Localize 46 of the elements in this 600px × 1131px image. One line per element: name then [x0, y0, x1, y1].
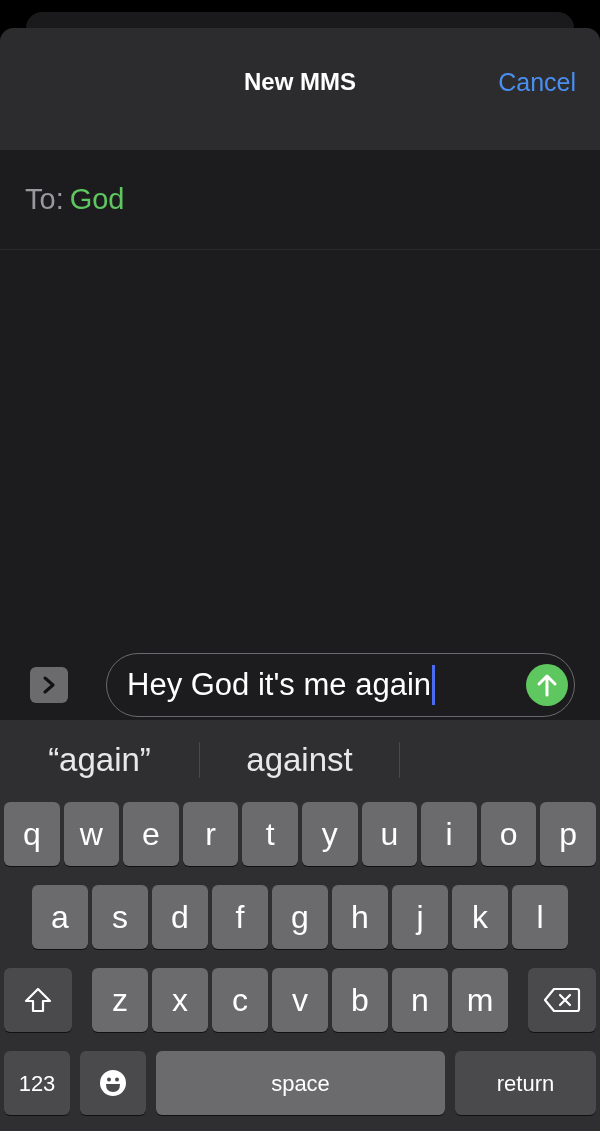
message-text: Hey God it's me again — [127, 665, 431, 704]
key[interactable]: g — [272, 885, 328, 949]
key[interactable]: p — [540, 802, 596, 866]
emoji-key[interactable] — [80, 1051, 146, 1115]
chevron-right-icon — [42, 676, 56, 694]
key[interactable]: x — [152, 968, 208, 1032]
key[interactable]: f — [212, 885, 268, 949]
key[interactable]: q — [4, 802, 60, 866]
key[interactable]: a — [32, 885, 88, 949]
cancel-button[interactable]: Cancel — [498, 64, 576, 102]
key[interactable]: y — [302, 802, 358, 866]
key[interactable]: b — [332, 968, 388, 1032]
key[interactable]: d — [152, 885, 208, 949]
key[interactable]: n — [392, 968, 448, 1032]
delete-key[interactable] — [528, 968, 596, 1032]
key[interactable]: h — [332, 885, 388, 949]
key[interactable]: t — [242, 802, 298, 866]
to-label: To: — [25, 181, 64, 217]
apps-expand-button[interactable] — [30, 667, 68, 703]
arrow-up-icon — [536, 673, 558, 697]
key[interactable]: s — [92, 885, 148, 949]
return-key[interactable]: return — [455, 1051, 596, 1115]
numbers-key[interactable]: 123 — [4, 1051, 70, 1115]
space-key[interactable]: space — [156, 1051, 445, 1115]
key[interactable]: v — [272, 968, 328, 1032]
key[interactable]: z — [92, 968, 148, 1032]
smiley-icon — [99, 1069, 127, 1097]
key[interactable]: j — [392, 885, 448, 949]
key[interactable]: k — [452, 885, 508, 949]
recipient-name[interactable]: God — [69, 177, 125, 222]
key[interactable]: c — [212, 968, 268, 1032]
shift-icon — [24, 987, 52, 1013]
send-button[interactable] — [526, 664, 568, 706]
title: New MMS — [244, 67, 356, 97]
key[interactable]: w — [63, 802, 120, 866]
backspace-icon — [543, 987, 581, 1013]
key[interactable]: l — [512, 885, 568, 949]
suggestion[interactable]: against — [246, 735, 353, 785]
key[interactable]: o — [480, 802, 537, 866]
shift-key[interactable] — [4, 968, 72, 1032]
key[interactable]: m — [452, 968, 508, 1032]
key[interactable]: i — [421, 802, 477, 866]
key[interactable]: u — [361, 802, 418, 866]
key[interactable]: r — [182, 802, 239, 866]
key[interactable]: e — [123, 802, 179, 866]
suggestion[interactable]: “again” — [48, 735, 151, 785]
